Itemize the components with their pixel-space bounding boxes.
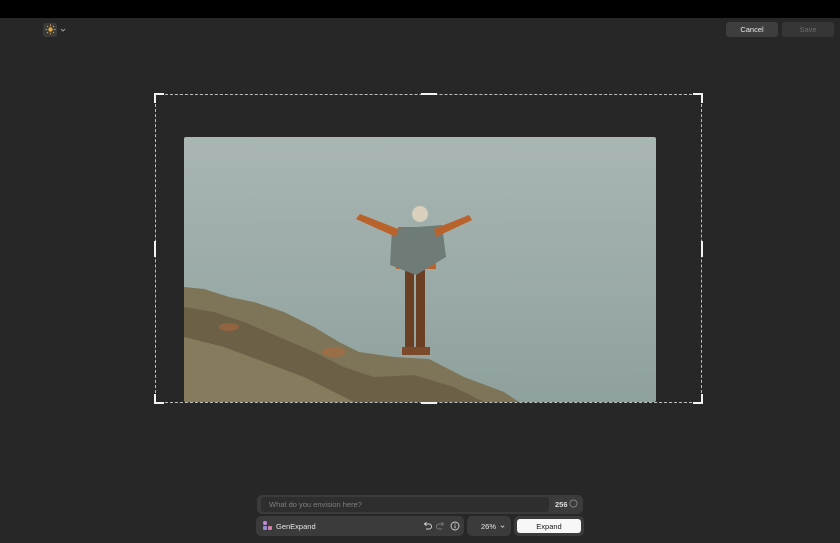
genexpand-icon bbox=[263, 521, 272, 530]
crop-frame[interactable] bbox=[154, 93, 703, 404]
crop-handle-top-left[interactable] bbox=[154, 93, 164, 103]
chevron-down-icon bbox=[500, 525, 505, 528]
crop-handle-left[interactable] bbox=[154, 241, 156, 257]
crop-handle-top-right[interactable] bbox=[693, 93, 703, 103]
expand-group: Expand bbox=[514, 516, 584, 536]
chevron-down-icon bbox=[60, 28, 66, 32]
crop-handle-right[interactable] bbox=[701, 241, 703, 257]
info-icon[interactable] bbox=[450, 521, 460, 531]
prompt-input[interactable] bbox=[261, 497, 549, 512]
save-button[interactable]: Save bbox=[782, 22, 834, 37]
zoom-dropdown[interactable]: 26% bbox=[467, 516, 511, 536]
zoom-level: 26% bbox=[481, 522, 497, 531]
tool-group: GenExpand bbox=[256, 516, 464, 536]
expand-button[interactable]: Expand bbox=[517, 519, 581, 533]
crop-handle-bottom[interactable] bbox=[421, 402, 437, 404]
crop-handle-bottom-right[interactable] bbox=[693, 394, 703, 404]
app-menu-button[interactable] bbox=[43, 22, 69, 37]
redo-icon[interactable] bbox=[436, 521, 446, 531]
crop-handle-bottom-left[interactable] bbox=[154, 394, 164, 404]
sun-icon bbox=[43, 22, 57, 37]
char-count-ring-icon bbox=[569, 499, 578, 508]
top-system-bar bbox=[0, 0, 840, 18]
crop-handle-top[interactable] bbox=[421, 93, 437, 95]
tool-name-label: GenExpand bbox=[276, 522, 316, 531]
undo-icon[interactable] bbox=[422, 521, 432, 531]
cancel-button[interactable]: Cancel bbox=[726, 22, 778, 37]
char-count: 256 bbox=[555, 500, 568, 509]
prompt-bar: 256 bbox=[257, 495, 583, 514]
